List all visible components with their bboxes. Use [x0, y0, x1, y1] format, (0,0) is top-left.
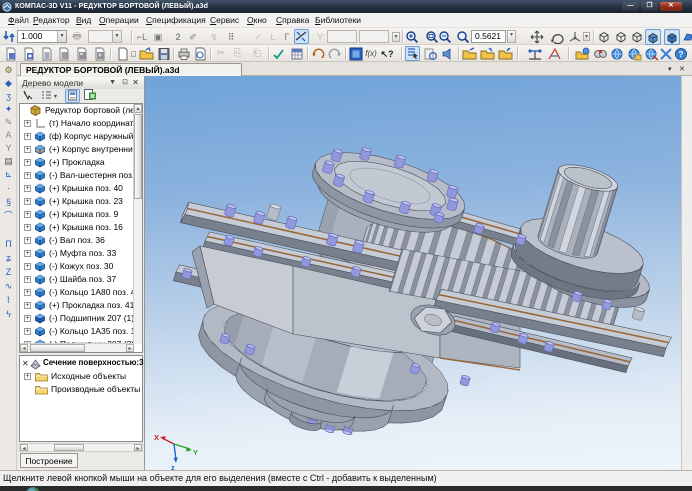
svg-text:X: X	[154, 433, 159, 442]
svg-text:?: ?	[679, 50, 684, 59]
svg-text:z: z	[171, 463, 175, 470]
svg-text:Y: Y	[193, 448, 198, 457]
